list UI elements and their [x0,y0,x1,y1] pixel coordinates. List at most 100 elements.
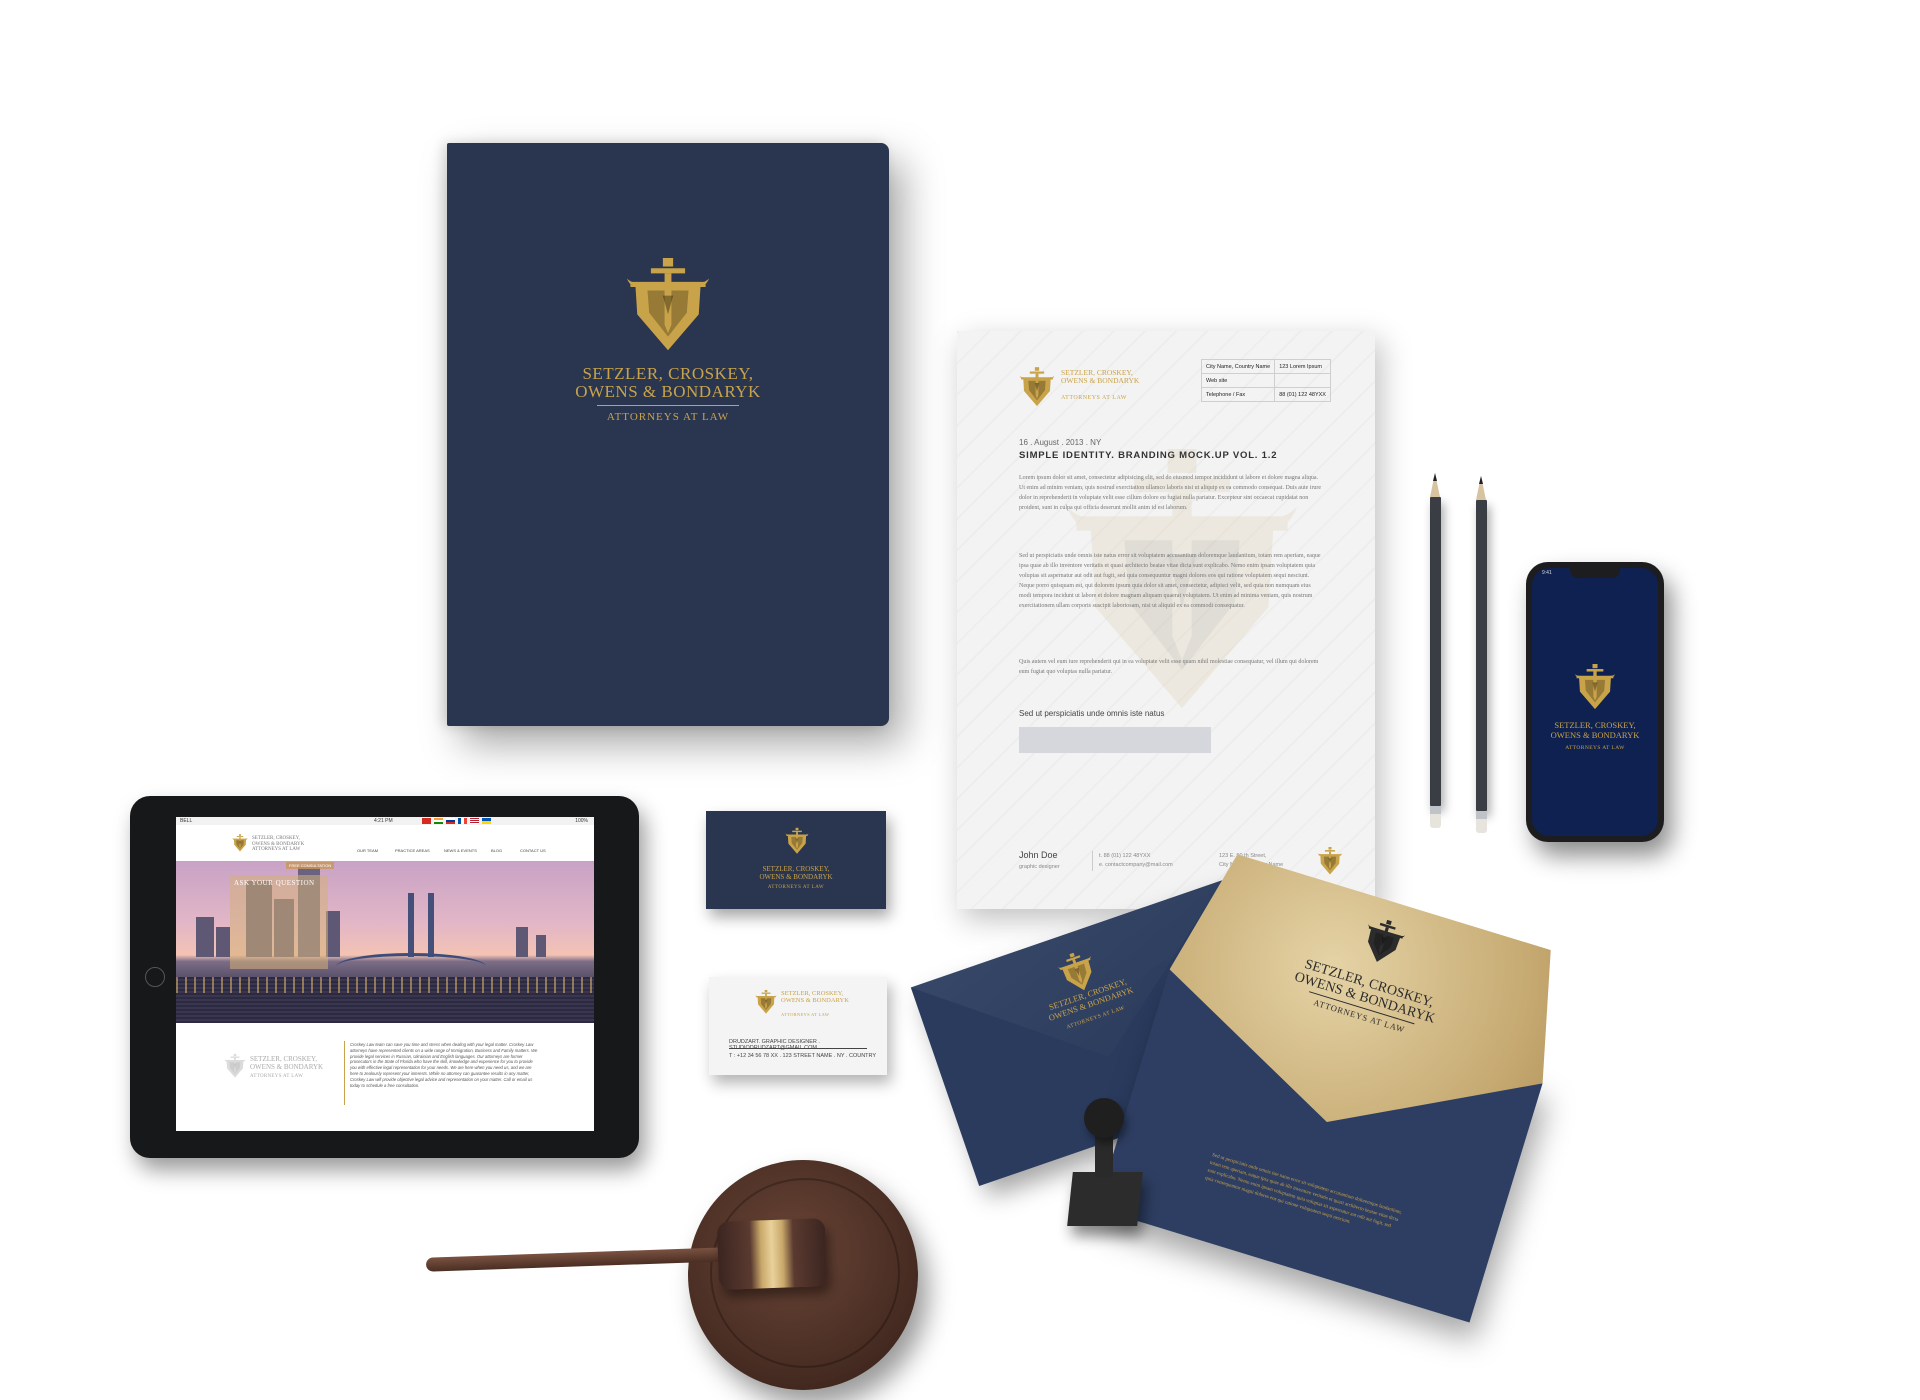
gavel-head [716,1218,828,1290]
brand-name-line2: OWENS & BONDARYK [250,1062,324,1071]
crest-logo-icon [755,989,777,1015]
card-brand-subtitle: ATTORNEYS AT LAW [781,1012,830,1017]
card-brand-name: SETZLER, CROSKEY, OWENS & BONDARYK [781,990,849,1004]
site-header: SETZLER, CROSKEY, OWENS & BONDARYK ATTOR… [176,825,594,862]
consultation-label[interactable]: FREE CONSULTATION [286,862,335,869]
about-text: Croskey Law team can save you time and s… [350,1042,538,1088]
brand-subtitle: ATTORNEYS AT LAW [606,411,730,423]
nav-blog[interactable]: BLOG [491,848,502,853]
tablet: BELL 4:21 PM 100% SETZLER, CROSKEY, OWEN… [130,796,639,1158]
body-brand-name: SETZLER, CROSKEY, OWENS & BONDARYK [250,1055,324,1071]
form-title: ASK YOUR QUESTION [234,879,315,887]
question-form[interactable]: ASK YOUR QUESTION [230,875,328,969]
footer-contact: t. 88 (01) 122 48YXX e. contactcompany@m… [1099,852,1173,870]
footer-email: e. contactcompany@mail.com [1099,862,1173,868]
language-flag-icon[interactable] [434,818,443,824]
crest-logo-icon [785,827,809,855]
letter-paragraph: Quis autem vel eum iure reprehenderit qu… [1019,659,1319,675]
letterhead: SETZLER, CROSKEY, OWENS & BONDARYK ATTOR… [957,331,1375,909]
card-line2: T : +12 34 56 78 XX . 123 STREET NAME . … [729,1053,877,1059]
card-divider [729,1048,867,1049]
brand-name-line1: SETZLER, CROSKEY, [781,990,844,997]
letter-paragraph: Sed ut perspiciatis unde omnis iste natu… [1019,553,1321,609]
crest-logo-icon [224,1053,246,1079]
crest-logo-icon [1574,664,1616,710]
brand-name: SETZLER, CROSKEY, OWENS & BONDARYK [447,365,889,401]
language-flag-icon[interactable] [482,818,491,824]
status-time: 4:21 PM [374,818,393,824]
brand-name-line1: SETZLER, CROSKEY, [1554,720,1636,730]
bridge-tower [428,893,434,957]
letterhead-brand-name: SETZLER, CROSKEY, OWENS & BONDARYK [1061,369,1139,385]
brand-name-line2: OWENS & BONDARYK [759,873,833,881]
site-brand-name: SETZLER, CROSKEY, OWENS & BONDARYK ATTOR… [252,836,304,853]
contact-cell: 88 (01) 122 48YXX [1274,387,1331,402]
language-flag-icon[interactable] [458,818,467,824]
brand-name-line1: SETZLER, CROSKEY, [582,364,754,383]
phone-status-time: 9:41 [1542,570,1552,576]
contact-cell: 123 Lorem Ipsum [1274,359,1331,374]
language-flag-icon[interactable] [446,818,455,824]
letter-date: 16 . August . 2013 . NY [1019,438,1102,447]
nav-contact-us[interactable]: CONTACT US [520,848,546,853]
skyline-building [326,911,340,957]
carrier-label: BELL [180,818,193,824]
contact-cell: Web site [1200,373,1276,388]
pencil-eraser [1476,819,1487,833]
contact-row: Telephone / Fax 88 (01) 122 48YXX [1200,387,1331,402]
brand-name-line2: OWENS & BONDARYK [781,997,849,1004]
footer-phone: t. 88 (01) 122 48YXX [1099,853,1151,859]
divider [597,405,739,406]
nav-news-events[interactable]: NEWS & EVENTS [444,848,477,853]
brand-name-line2: OWENS & BONDARYK [1061,376,1140,385]
contact-cell: City Name, Country Name [1200,359,1276,374]
pencil-lead [1479,476,1483,484]
crest-logo-icon [1019,367,1055,407]
crest-logo-icon [625,258,711,352]
contact-row: Web site [1200,373,1331,388]
brand-subtitle: ATTORNEYS AT LAW [252,847,301,852]
skyline-building [196,917,214,957]
nav-practice-areas[interactable]: PRACTICE AREAS [395,848,430,853]
contact-table: City Name, Country Name 123 Lorem Ipsum … [1200,359,1331,402]
brand-name-line2: OWENS & BONDARYK [1550,730,1640,740]
card-line1: DRUDZART. GRAPHIC DESIGNER . STUDIODRUDZ… [729,1039,820,1051]
pencil [1476,476,1487,833]
rubber-stamp-base [1067,1172,1143,1226]
skyline-building [216,927,230,957]
tablet-screen: BELL 4:21 PM 100% SETZLER, CROSKEY, OWEN… [176,817,594,1131]
brand-name-line2: OWENS & BONDARYK [575,382,761,401]
signature-role: graphic designer [1019,864,1060,870]
phone-brand-name: SETZLER, CROSKEY, OWENS & BONDARYK [1532,720,1658,740]
home-button[interactable] [145,967,165,987]
bridge-tower [408,893,414,957]
pencil-ferrule [1476,811,1487,819]
card-brand-name: SETZLER, CROSKEY, OWENS & BONDARYK [706,865,886,881]
business-card-front: SETZLER, CROSKEY, OWENS & BONDARYK ATTOR… [706,811,886,909]
footer-divider [1092,851,1093,871]
brand-name-line1: SETZLER, CROSKEY, [252,836,300,841]
business-card-back: SETZLER, CROSKEY, OWENS & BONDARYK ATTOR… [709,977,887,1075]
nav-our-team[interactable]: OUR TEAM [357,848,378,853]
signature-name: John Doe [1019,850,1058,860]
crest-logo-icon[interactable] [232,834,248,852]
status-bar: BELL 4:21 PM 100% [176,817,594,825]
brand-name-line1: SETZLER, CROSKEY, [762,865,830,873]
hero-banner: ASK YOUR QUESTION FREE CONSULTATION [176,861,594,1023]
pencil-eraser [1430,814,1441,828]
skyline-building [536,935,546,957]
skyline-building [516,927,528,957]
pencil-lead [1433,473,1437,481]
letter-title: SIMPLE IDENTITY. BRANDING MOCK.UP VOL. 1… [1019,450,1278,461]
smartphone: 9:41 SETZLER, CROSKEY, OWENS & BONDARYK … [1526,562,1664,842]
phone-screen: 9:41 SETZLER, CROSKEY, OWENS & BONDARYK … [1532,568,1658,836]
placeholder-bar [1019,727,1211,753]
battery-level: 100% [575,818,588,824]
presentation-folder: SETZLER, CROSKEY, OWENS & BONDARYK ATTOR… [447,143,889,726]
body-brand-subtitle: ATTORNEYS AT LAW [250,1074,304,1079]
language-flag-icon[interactable] [422,818,431,824]
letter-subheading: Sed ut perspiciatis unde omnis iste natu… [1019,709,1165,718]
phone-brand-subtitle: ATTORNEYS AT LAW [1565,745,1625,751]
card-brand-subtitle: ATTORNEYS AT LAW [767,885,825,890]
language-flag-icon[interactable] [470,818,479,824]
